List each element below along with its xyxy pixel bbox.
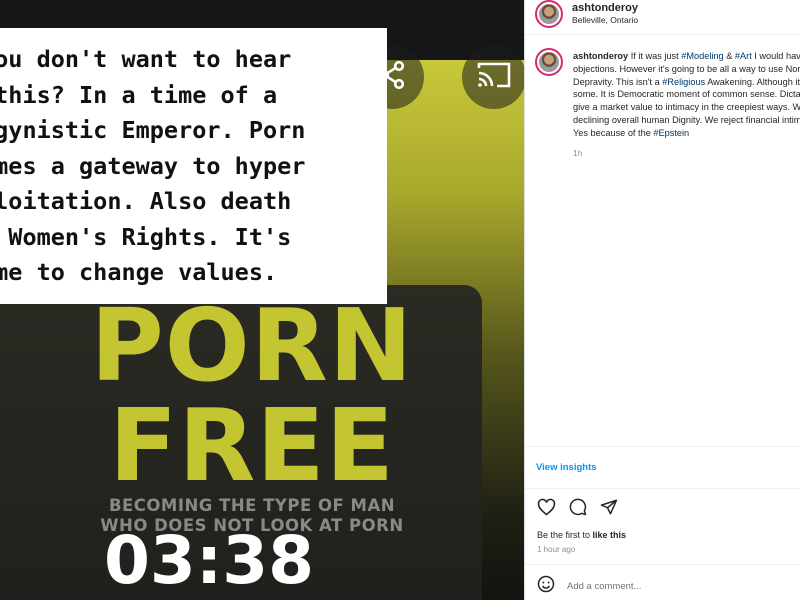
heart-icon[interactable]	[537, 498, 556, 516]
poster-title-line1: PORN	[90, 287, 414, 404]
hashtag-link[interactable]: #Art	[735, 51, 752, 61]
avatar[interactable]	[535, 0, 563, 28]
hashtag-link[interactable]: #Modeling	[681, 51, 723, 61]
hashtag-link[interactable]: #Religious	[662, 77, 705, 87]
header-username[interactable]: ashtonderoy	[572, 2, 638, 14]
comment-input[interactable]	[565, 580, 769, 593]
header-location[interactable]: Belleville, Ontario	[572, 15, 638, 25]
view-insights-link[interactable]: View insights	[536, 462, 597, 473]
caption-text: &	[723, 51, 735, 61]
caption-avatar[interactable]	[535, 48, 563, 76]
avatar-image	[539, 4, 559, 24]
post-sidebar: ashtonderoy Belleville, Ontario ashtonde…	[524, 0, 800, 600]
cast-button[interactable]	[462, 45, 524, 109]
action-bar	[537, 498, 618, 516]
video-timer: 03:38	[104, 522, 315, 599]
like-this-link[interactable]: like this	[593, 530, 627, 540]
video-player[interactable]: PORN FREE BECOMING THE TYPE OF MAN WHO D…	[0, 0, 524, 600]
poster-subtitle-line1: BECOMING THE TYPE OF MAN	[108, 496, 396, 515]
post-caption: ashtonderoy If it was just #Modeling & #…	[573, 50, 800, 140]
caption-overlay-text: You don't want to hear this? In a time o…	[0, 45, 306, 286]
emoji-icon[interactable]	[537, 575, 555, 598]
hashtag-link[interactable]: #Epstein	[653, 128, 689, 138]
divider	[525, 564, 800, 565]
comment-icon[interactable]	[569, 498, 587, 516]
caption-time: 1h	[573, 148, 583, 158]
caption-username[interactable]: ashtonderoy	[573, 51, 628, 61]
poster-title-line2: FREE	[109, 387, 395, 504]
divider	[525, 446, 800, 447]
divider	[525, 488, 800, 489]
likes-line: Be the first to like this	[537, 530, 626, 540]
comment-bar	[537, 575, 769, 598]
cast-icon	[476, 59, 512, 96]
avatar-image	[539, 52, 559, 72]
post-timestamp: 1 hour ago	[537, 545, 576, 554]
caption-text: If it was just	[628, 51, 682, 61]
likes-prefix: Be the first to	[537, 530, 593, 540]
caption-overlay: You don't want to hear this? In a time o…	[0, 28, 387, 304]
send-icon[interactable]	[600, 498, 618, 516]
post-header: ashtonderoy Belleville, Ontario	[525, 0, 800, 35]
